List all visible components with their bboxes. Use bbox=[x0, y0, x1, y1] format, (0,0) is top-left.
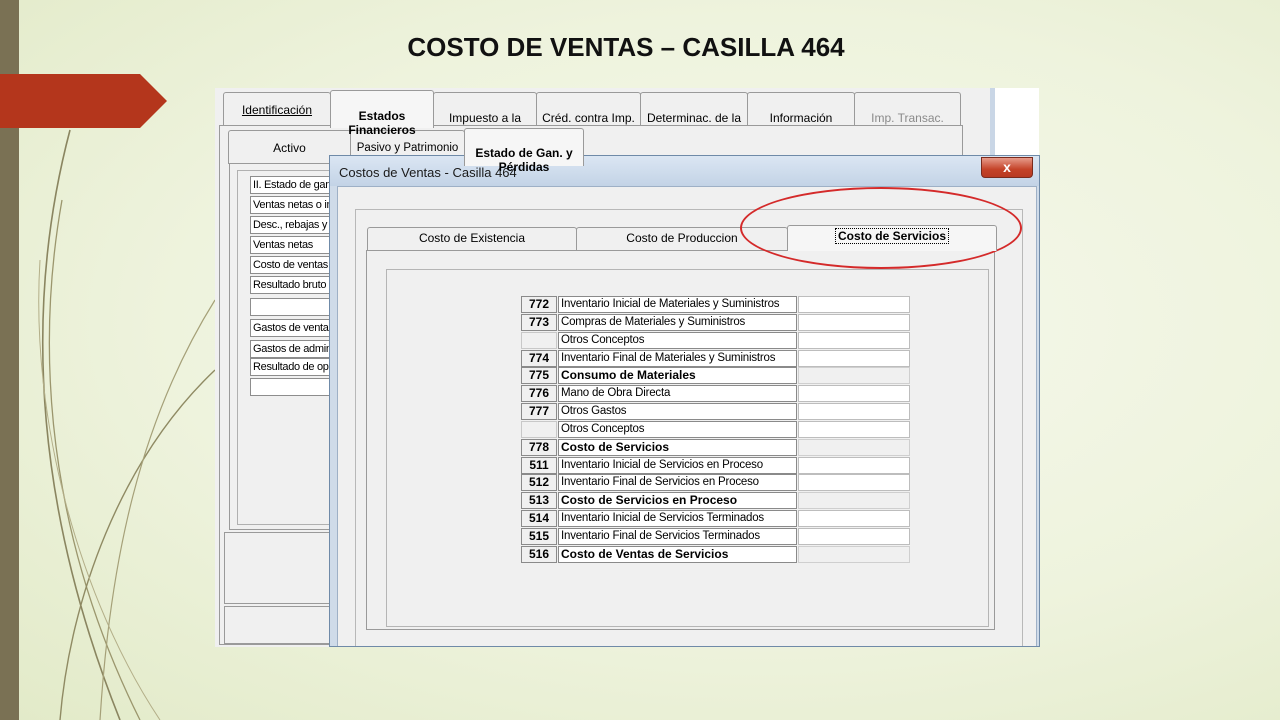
row-code: 775 bbox=[521, 367, 557, 385]
row-label: Otros Gastos bbox=[558, 403, 797, 421]
table-row: Otros Conceptos bbox=[521, 331, 911, 350]
amount-input[interactable] bbox=[798, 349, 910, 367]
total-value bbox=[798, 492, 910, 510]
row-code: 513 bbox=[521, 492, 557, 510]
costo-servicios-grid: 772 Inventario Inicial de Materiales y S… bbox=[521, 296, 911, 564]
close-icon: x bbox=[1003, 159, 1011, 175]
row-label: Inventario Final de Materiales y Suminis… bbox=[558, 349, 797, 367]
tab-informacion-complement[interactable]: Información Complement. bbox=[747, 92, 855, 139]
table-row: Otros Conceptos bbox=[521, 420, 911, 439]
costos-ventas-dialog: Costos de Ventas - Casilla 464 x Costo d… bbox=[329, 155, 1040, 647]
table-row: 772 Inventario Inicial de Materiales y S… bbox=[521, 296, 911, 314]
row-code: 774 bbox=[521, 349, 557, 367]
table-row: 776 Mano de Obra Directa bbox=[521, 385, 911, 403]
table-row: 513 Costo de Servicios en Proceso bbox=[521, 492, 911, 510]
table-row: 773 Compras de Materiales y Suministros bbox=[521, 313, 911, 332]
tab-imp-transac-financieras: Imp. Transac. Financieras bbox=[854, 92, 961, 139]
row-label: Inventario Final de Servicios Terminados bbox=[558, 527, 797, 545]
row-label: Costo de Servicios en Proceso bbox=[558, 492, 797, 510]
amount-input[interactable] bbox=[798, 456, 910, 474]
amount-input[interactable] bbox=[798, 420, 910, 438]
total-value bbox=[798, 545, 910, 563]
slide-accent-arrow bbox=[0, 74, 167, 128]
tab-impuesto-renta[interactable]: Impuesto a la Renta bbox=[433, 92, 537, 139]
tab-determinacion-deuda[interactable]: Determinac. de la Deuda bbox=[640, 92, 748, 139]
amount-input[interactable] bbox=[798, 385, 910, 403]
dialog-titlebar: Costos de Ventas - Casilla 464 x bbox=[330, 156, 1039, 186]
amount-input[interactable] bbox=[798, 313, 910, 331]
row-code: 778 bbox=[521, 438, 557, 456]
amount-input[interactable] bbox=[798, 331, 910, 349]
dialog-title: Costos de Ventas - Casilla 464 bbox=[339, 165, 517, 180]
tab-identificacion[interactable]: Identificación bbox=[223, 92, 331, 126]
row-label: Otros Conceptos bbox=[558, 420, 797, 438]
slide-title: COSTO DE VENTAS – CASILLA 464 bbox=[407, 32, 845, 62]
table-row: 778 Costo de Servicios bbox=[521, 438, 911, 457]
tab-estados-financieros[interactable]: Estados Financieros bbox=[330, 90, 434, 137]
row-label: Inventario Final de Servicios en Proceso bbox=[558, 474, 797, 492]
table-row: 777 Otros Gastos bbox=[521, 403, 911, 421]
row-label: Mano de Obra Directa bbox=[558, 385, 797, 403]
row-label: Costo de Ventas de Servicios bbox=[558, 545, 797, 563]
close-button[interactable]: x bbox=[981, 157, 1033, 178]
row-code: 773 bbox=[521, 313, 557, 331]
table-row: 775 Consumo de Materiales bbox=[521, 367, 911, 385]
row-code: 777 bbox=[521, 403, 557, 421]
table-row: 774 Inventario Final de Materiales y Sum… bbox=[521, 349, 911, 368]
tab-credito-imp-renta[interactable]: Créd. contra Imp. Renta bbox=[536, 92, 641, 139]
row-code: 514 bbox=[521, 510, 557, 528]
row-label: Otros Conceptos bbox=[558, 331, 797, 349]
row-code bbox=[521, 420, 557, 438]
row-label: Consumo de Materiales bbox=[558, 367, 797, 385]
total-value bbox=[798, 367, 910, 385]
amount-input[interactable] bbox=[798, 296, 910, 313]
table-row: 515 Inventario Final de Servicios Termin… bbox=[521, 527, 911, 546]
row-code: 516 bbox=[521, 545, 557, 563]
row-code bbox=[521, 331, 557, 349]
tab-costo-servicios[interactable]: Costo de Servicios bbox=[787, 225, 997, 251]
row-code: 512 bbox=[521, 474, 557, 492]
amount-input[interactable] bbox=[798, 474, 910, 492]
row-code: 776 bbox=[521, 385, 557, 403]
row-code: 772 bbox=[521, 296, 557, 313]
row-code: 511 bbox=[521, 456, 557, 474]
table-row: 514 Inventario Inicial de Servicios Term… bbox=[521, 510, 911, 528]
table-row: 512 Inventario Final de Servicios en Pro… bbox=[521, 474, 911, 492]
amount-input[interactable] bbox=[798, 527, 910, 545]
row-label: Inventario Inicial de Servicios en Proce… bbox=[558, 456, 797, 474]
row-label: Costo de Servicios bbox=[558, 438, 797, 456]
row-label: Inventario Inicial de Servicios Terminad… bbox=[558, 510, 797, 528]
table-row: 516 Costo de Ventas de Servicios bbox=[521, 545, 911, 564]
row-code: 515 bbox=[521, 527, 557, 545]
total-value bbox=[798, 438, 910, 456]
row-label: Compras de Materiales y Suministros bbox=[558, 313, 797, 331]
subtab-estado-ganancias-perdidas[interactable]: Estado de Gan. y Pérdidas bbox=[464, 128, 584, 174]
table-row: 511 Inventario Inicial de Servicios en P… bbox=[521, 456, 911, 475]
row-label: Inventario Inicial de Materiales y Sumin… bbox=[558, 296, 797, 313]
tab-costo-existencia[interactable]: Costo de Existencia bbox=[367, 227, 577, 251]
amount-input[interactable] bbox=[798, 403, 910, 421]
amount-input[interactable] bbox=[798, 510, 910, 528]
